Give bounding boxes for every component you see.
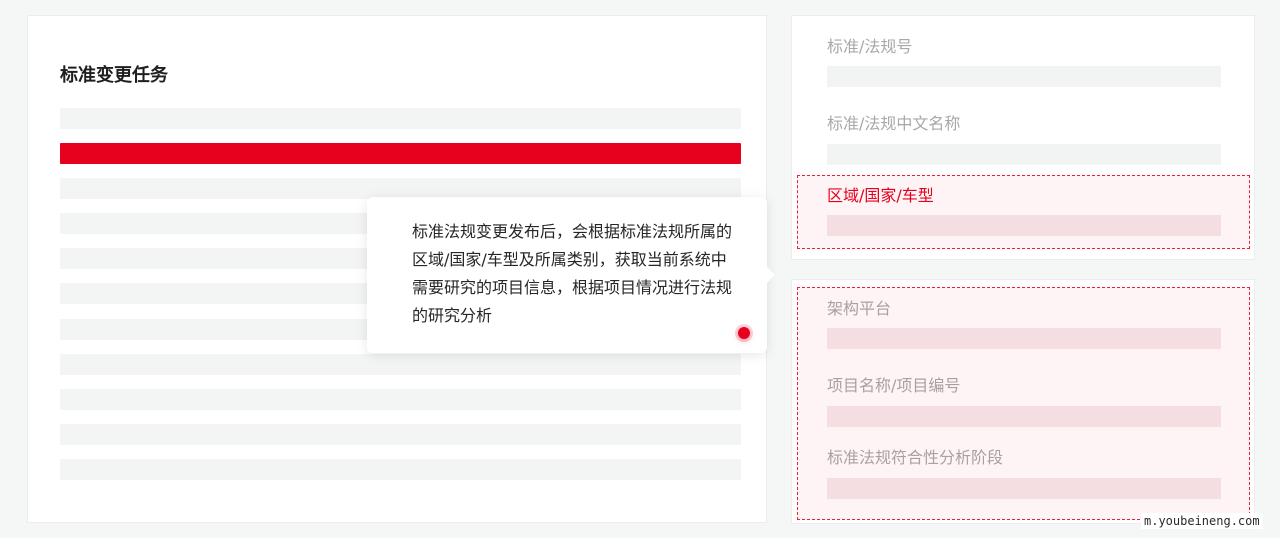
standard-no-field[interactable] xyxy=(827,66,1221,87)
standard-cn-name-label: 标准/法规中文名称 xyxy=(827,114,961,133)
task-row[interactable] xyxy=(60,424,741,445)
task-row[interactable] xyxy=(60,178,741,199)
watermark: m.youbeineng.com xyxy=(1141,513,1263,529)
task-row-active[interactable] xyxy=(60,143,741,164)
explanation-tooltip: 标准法规变更发布后，会根据标准法规所属的区域/国家/车型及所属类别，获取当前系统… xyxy=(367,197,775,353)
project-highlight-box xyxy=(797,287,1250,520)
indicator-dot-icon xyxy=(738,327,750,339)
standard-no-label: 标准/法规号 xyxy=(827,37,913,56)
task-row[interactable] xyxy=(60,354,741,375)
tooltip-text: 标准法规变更发布后，会根据标准法规所属的区域/国家/车型及所属类别，获取当前系统… xyxy=(412,222,733,325)
task-row[interactable] xyxy=(60,108,741,129)
task-row[interactable] xyxy=(60,389,741,410)
tooltip-arrow-icon xyxy=(765,265,775,285)
task-row[interactable] xyxy=(60,459,741,480)
standard-cn-name-field[interactable] xyxy=(827,144,1221,165)
region-highlight-box xyxy=(797,175,1250,249)
task-title: 标准变更任务 xyxy=(60,65,168,86)
